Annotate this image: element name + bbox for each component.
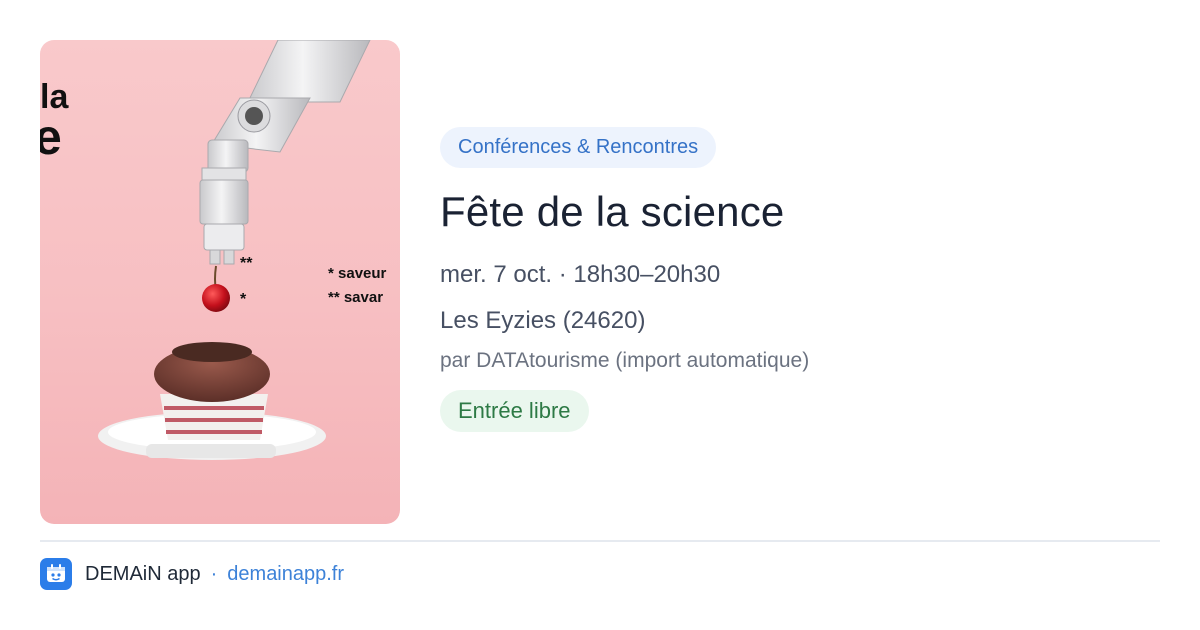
poster-legend-line-1: * saveur — [328, 265, 387, 282]
poster-legend-line-2: ** savar — [328, 289, 383, 306]
price-badge: Entrée libre — [440, 390, 589, 432]
app-website-link[interactable]: demainapp.fr — [227, 563, 344, 586]
event-author: par DATAtourisme (import automatique) — [440, 349, 810, 372]
event-title[interactable]: Fête de la science — [440, 186, 1160, 238]
poster-text-e: e — [40, 109, 62, 165]
event-poster-image[interactable]: la e ** * * saveur ** savar — [40, 40, 400, 524]
app-name: DEMAiN app — [85, 562, 201, 585]
footer-separator: · — [210, 562, 218, 585]
event-datetime: mer. 7 oct. · 18h30–20h30 — [440, 261, 721, 288]
demain-app-icon[interactable] — [40, 558, 72, 590]
footer: DEMAiN app · demainapp.fr — [40, 557, 344, 591]
poster-star-double: ** — [240, 255, 253, 272]
footer-divider — [40, 540, 1160, 542]
event-place: Les Eyzies (24620) — [440, 307, 646, 334]
muffin-graphic — [154, 342, 270, 440]
poster-illustration: la e ** * * saveur ** savar — [40, 40, 387, 460]
robot-arm-graphic — [199, 40, 371, 265]
cherry-graphic — [202, 284, 230, 312]
category-badge[interactable]: Conférences & Rencontres — [440, 127, 717, 168]
poster-star-single: * — [240, 291, 247, 308]
event-details: Conférences & Rencontres Fête de la scie… — [440, 127, 1160, 432]
